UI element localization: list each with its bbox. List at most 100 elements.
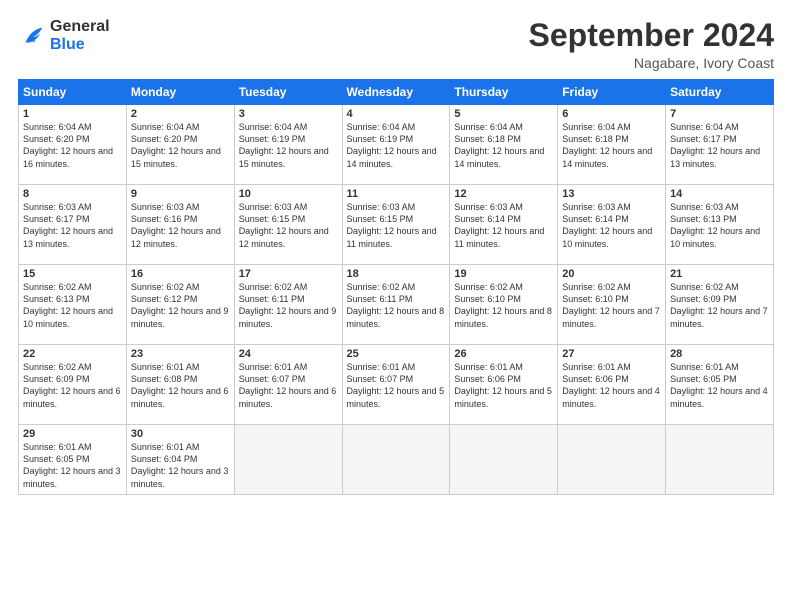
day-number: 28 [670,348,769,360]
day-info: Sunrise: 6:01 AMSunset: 6:07 PMDaylight:… [239,361,338,410]
day-info: Sunrise: 6:02 AMSunset: 6:10 PMDaylight:… [454,281,553,330]
header-sunday: Sunday [19,80,127,105]
day-info: Sunrise: 6:01 AMSunset: 6:06 PMDaylight:… [562,361,661,410]
header-thursday: Thursday [450,80,558,105]
day-number: 10 [239,188,338,200]
day-number: 11 [347,188,446,200]
empty-cell [558,425,666,495]
day-info: Sunrise: 6:04 AMSunset: 6:19 PMDaylight:… [239,121,338,170]
day-cell-18: 18Sunrise: 6:02 AMSunset: 6:11 PMDayligh… [342,265,450,345]
day-number: 12 [454,188,553,200]
day-cell-23: 23Sunrise: 6:01 AMSunset: 6:08 PMDayligh… [126,345,234,425]
day-info: Sunrise: 6:03 AMSunset: 6:15 PMDaylight:… [239,201,338,250]
logo: General Blue [18,18,110,53]
day-info: Sunrise: 6:01 AMSunset: 6:07 PMDaylight:… [347,361,446,410]
day-number: 29 [23,428,122,440]
header-monday: Monday [126,80,234,105]
day-number: 8 [23,188,122,200]
day-number: 6 [562,108,661,120]
day-number: 30 [131,428,230,440]
day-info: Sunrise: 6:04 AMSunset: 6:18 PMDaylight:… [454,121,553,170]
day-number: 1 [23,108,122,120]
day-info: Sunrise: 6:03 AMSunset: 6:13 PMDaylight:… [670,201,769,250]
header-saturday: Saturday [666,80,774,105]
day-cell-27: 27Sunrise: 6:01 AMSunset: 6:06 PMDayligh… [558,345,666,425]
day-number: 7 [670,108,769,120]
day-info: Sunrise: 6:04 AMSunset: 6:20 PMDaylight:… [23,121,122,170]
day-info: Sunrise: 6:02 AMSunset: 6:12 PMDaylight:… [131,281,230,330]
day-number: 25 [347,348,446,360]
day-cell-14: 14Sunrise: 6:03 AMSunset: 6:13 PMDayligh… [666,185,774,265]
day-number: 23 [131,348,230,360]
day-number: 26 [454,348,553,360]
day-number: 2 [131,108,230,120]
day-cell-5: 5Sunrise: 6:04 AMSunset: 6:18 PMDaylight… [450,105,558,185]
day-info: Sunrise: 6:03 AMSunset: 6:17 PMDaylight:… [23,201,122,250]
day-number: 22 [23,348,122,360]
calendar: Sunday Monday Tuesday Wednesday Thursday… [18,79,774,495]
day-number: 27 [562,348,661,360]
logo-icon [18,22,46,50]
day-number: 5 [454,108,553,120]
day-cell-11: 11Sunrise: 6:03 AMSunset: 6:15 PMDayligh… [342,185,450,265]
header: General Blue September 2024 Nagabare, Iv… [18,18,774,71]
day-number: 14 [670,188,769,200]
day-number: 21 [670,268,769,280]
day-info: Sunrise: 6:01 AMSunset: 6:05 PMDaylight:… [23,441,122,490]
day-cell-8: 8Sunrise: 6:03 AMSunset: 6:17 PMDaylight… [19,185,127,265]
day-cell-22: 22Sunrise: 6:02 AMSunset: 6:09 PMDayligh… [19,345,127,425]
day-cell-25: 25Sunrise: 6:01 AMSunset: 6:07 PMDayligh… [342,345,450,425]
day-cell-10: 10Sunrise: 6:03 AMSunset: 6:15 PMDayligh… [234,185,342,265]
empty-cell [234,425,342,495]
day-number: 17 [239,268,338,280]
day-info: Sunrise: 6:02 AMSunset: 6:11 PMDaylight:… [347,281,446,330]
day-info: Sunrise: 6:02 AMSunset: 6:09 PMDaylight:… [23,361,122,410]
month-title: September 2024 [529,18,774,53]
day-cell-28: 28Sunrise: 6:01 AMSunset: 6:05 PMDayligh… [666,345,774,425]
day-info: Sunrise: 6:02 AMSunset: 6:09 PMDaylight:… [670,281,769,330]
day-number: 18 [347,268,446,280]
day-cell-1: 1Sunrise: 6:04 AMSunset: 6:20 PMDaylight… [19,105,127,185]
day-info: Sunrise: 6:01 AMSunset: 6:04 PMDaylight:… [131,441,230,490]
day-cell-6: 6Sunrise: 6:04 AMSunset: 6:18 PMDaylight… [558,105,666,185]
day-number: 4 [347,108,446,120]
header-wednesday: Wednesday [342,80,450,105]
location: Nagabare, Ivory Coast [529,55,774,71]
day-cell-26: 26Sunrise: 6:01 AMSunset: 6:06 PMDayligh… [450,345,558,425]
day-info: Sunrise: 6:02 AMSunset: 6:10 PMDaylight:… [562,281,661,330]
day-cell-24: 24Sunrise: 6:01 AMSunset: 6:07 PMDayligh… [234,345,342,425]
header-tuesday: Tuesday [234,80,342,105]
day-cell-17: 17Sunrise: 6:02 AMSunset: 6:11 PMDayligh… [234,265,342,345]
day-info: Sunrise: 6:03 AMSunset: 6:15 PMDaylight:… [347,201,446,250]
day-info: Sunrise: 6:01 AMSunset: 6:08 PMDaylight:… [131,361,230,410]
empty-cell [666,425,774,495]
day-cell-12: 12Sunrise: 6:03 AMSunset: 6:14 PMDayligh… [450,185,558,265]
page: General Blue September 2024 Nagabare, Iv… [0,0,792,612]
day-info: Sunrise: 6:04 AMSunset: 6:19 PMDaylight:… [347,121,446,170]
day-cell-29: 29Sunrise: 6:01 AMSunset: 6:05 PMDayligh… [19,425,127,495]
day-info: Sunrise: 6:03 AMSunset: 6:16 PMDaylight:… [131,201,230,250]
day-info: Sunrise: 6:02 AMSunset: 6:11 PMDaylight:… [239,281,338,330]
day-cell-4: 4Sunrise: 6:04 AMSunset: 6:19 PMDaylight… [342,105,450,185]
day-info: Sunrise: 6:01 AMSunset: 6:05 PMDaylight:… [670,361,769,410]
day-cell-3: 3Sunrise: 6:04 AMSunset: 6:19 PMDaylight… [234,105,342,185]
day-info: Sunrise: 6:02 AMSunset: 6:13 PMDaylight:… [23,281,122,330]
title-block: September 2024 Nagabare, Ivory Coast [529,18,774,71]
day-number: 19 [454,268,553,280]
day-cell-9: 9Sunrise: 6:03 AMSunset: 6:16 PMDaylight… [126,185,234,265]
day-number: 3 [239,108,338,120]
empty-cell [450,425,558,495]
logo-text: General Blue [50,18,110,53]
day-info: Sunrise: 6:04 AMSunset: 6:17 PMDaylight:… [670,121,769,170]
day-cell-19: 19Sunrise: 6:02 AMSunset: 6:10 PMDayligh… [450,265,558,345]
header-friday: Friday [558,80,666,105]
day-info: Sunrise: 6:01 AMSunset: 6:06 PMDaylight:… [454,361,553,410]
day-number: 13 [562,188,661,200]
day-number: 20 [562,268,661,280]
day-cell-16: 16Sunrise: 6:02 AMSunset: 6:12 PMDayligh… [126,265,234,345]
day-info: Sunrise: 6:04 AMSunset: 6:20 PMDaylight:… [131,121,230,170]
empty-cell [342,425,450,495]
day-cell-7: 7Sunrise: 6:04 AMSunset: 6:17 PMDaylight… [666,105,774,185]
day-number: 16 [131,268,230,280]
day-number: 9 [131,188,230,200]
